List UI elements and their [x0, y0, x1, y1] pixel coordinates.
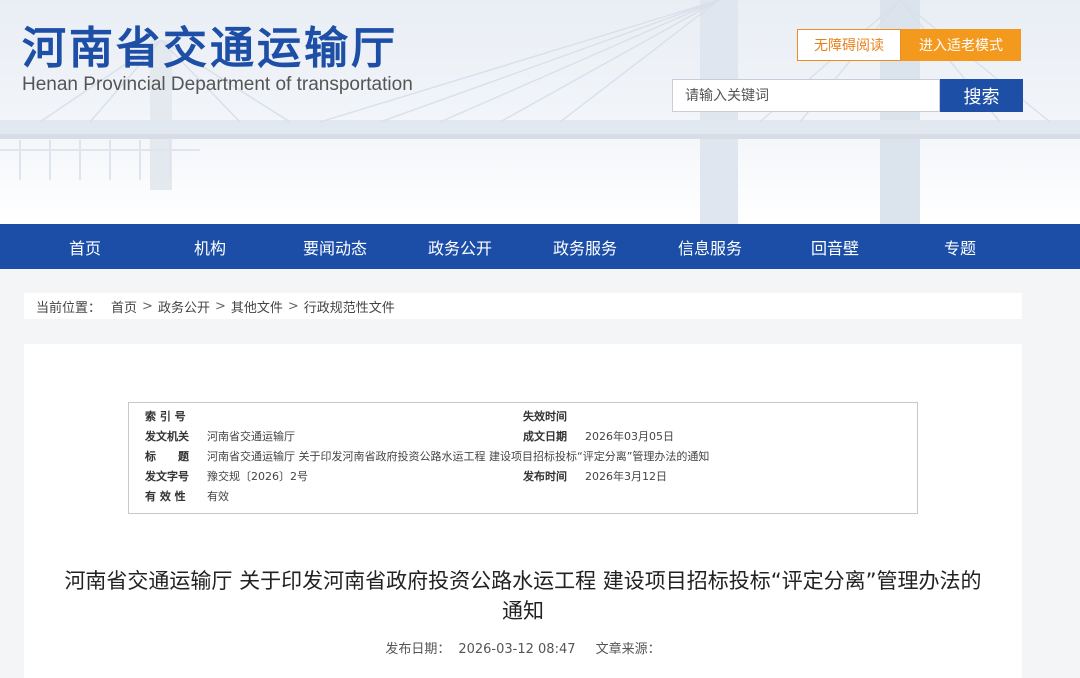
breadcrumb-link-home[interactable]: 首页: [111, 297, 137, 316]
index-number-label: 索 引 号: [145, 410, 186, 423]
publish-date-label: 发布日期：: [385, 642, 451, 657]
main-nav: 首页 机构 要闻动态 政务公开 政务服务 信息服务 回音壁 专题: [0, 224, 1080, 269]
doc-title-value: 河南省交通运输厅 关于印发河南省政府投资公路水运工程 建设项目招标投标“评定分离…: [207, 450, 710, 463]
accessible-reading-button[interactable]: 无障碍阅读: [797, 29, 901, 61]
meta-row: 索 引 号 失效时间: [129, 408, 917, 426]
breadcrumb-separator: >: [287, 298, 299, 314]
breadcrumb-link-normative-documents[interactable]: 行政规范性文件: [304, 297, 395, 316]
search-button[interactable]: 搜索: [940, 79, 1023, 112]
site-title: 河南省交通运输厅: [22, 23, 398, 74]
publish-time-label: 发布时间: [523, 470, 567, 483]
breadcrumb-separator: >: [214, 298, 226, 314]
doc-title-label: 标 题: [145, 450, 189, 463]
made-date-value: 2026年03月05日: [585, 430, 674, 443]
breadcrumb-lead: 当前位置：: [36, 300, 102, 316]
doc-number-label: 发文字号: [145, 470, 189, 483]
issuer-value: 河南省交通运输厅: [207, 430, 295, 443]
nav-item-organization[interactable]: 机构: [148, 224, 272, 269]
nav-item-government-affairs[interactable]: 政务公开: [398, 224, 522, 269]
breadcrumb-link-other-files[interactable]: 其他文件: [231, 297, 283, 316]
nav-item-home[interactable]: 首页: [23, 224, 147, 269]
breadcrumb-link-government-affairs[interactable]: 政务公开: [158, 297, 210, 316]
publish-time-value: 2026年3月12日: [585, 470, 667, 483]
nav-item-feedback[interactable]: 回音壁: [773, 224, 897, 269]
article-meta: 发布日期： 2026-03-12 08:47 文章来源：: [24, 638, 1022, 657]
breadcrumb: 当前位置： 首页 > 政务公开 > 其他文件 > 行政规范性文件: [24, 293, 1022, 319]
nav-item-topics[interactable]: 专题: [898, 224, 1022, 269]
made-date-label: 成文日期: [523, 430, 567, 443]
expire-time-label: 失效时间: [523, 410, 567, 423]
article-title: 河南省交通运输厅 关于印发河南省政府投资公路水运工程 建设项目招标投标“评定分离…: [64, 569, 982, 623]
nav-item-news[interactable]: 要闻动态: [273, 224, 397, 269]
article-panel: 索 引 号 失效时间 发文机关 河南省交通运输厅 成文日期 2026年03月05…: [24, 344, 1022, 678]
nav-item-information-services[interactable]: 信息服务: [648, 224, 772, 269]
site-subtitle: Henan Provincial Department of transport…: [22, 74, 413, 95]
issuer-label: 发文机关: [145, 430, 189, 443]
meta-row: 发文字号 豫交规〔2026〕2号 发布时间 2026年3月12日: [129, 468, 917, 486]
publish-date-value: 2026-03-12 08:47: [458, 642, 576, 657]
elder-mode-button[interactable]: 进入适老模式: [901, 29, 1021, 61]
search-input[interactable]: [672, 79, 940, 112]
document-meta-table: 索 引 号 失效时间 发文机关 河南省交通运输厅 成文日期 2026年03月05…: [128, 402, 918, 514]
meta-row: 有 效 性 有效: [129, 488, 917, 506]
validity-value: 有效: [207, 490, 229, 503]
meta-row: 标 题 河南省交通运输厅 关于印发河南省政府投资公路水运工程 建设项目招标投标“…: [129, 448, 917, 466]
doc-number-value: 豫交规〔2026〕2号: [207, 470, 308, 483]
article-source-label: 文章来源：: [595, 642, 661, 657]
nav-item-government-services[interactable]: 政务服务: [523, 224, 647, 269]
meta-row: 发文机关 河南省交通运输厅 成文日期 2026年03月05日: [129, 428, 917, 446]
accessibility-buttons: 无障碍阅读 进入适老模式: [797, 29, 1021, 61]
validity-label: 有 效 性: [145, 490, 186, 503]
site-header: 河南省交通运输厅 Henan Provincial Department of …: [0, 0, 1080, 224]
breadcrumb-separator: >: [142, 298, 153, 314]
search-box: 搜索: [672, 79, 1023, 112]
